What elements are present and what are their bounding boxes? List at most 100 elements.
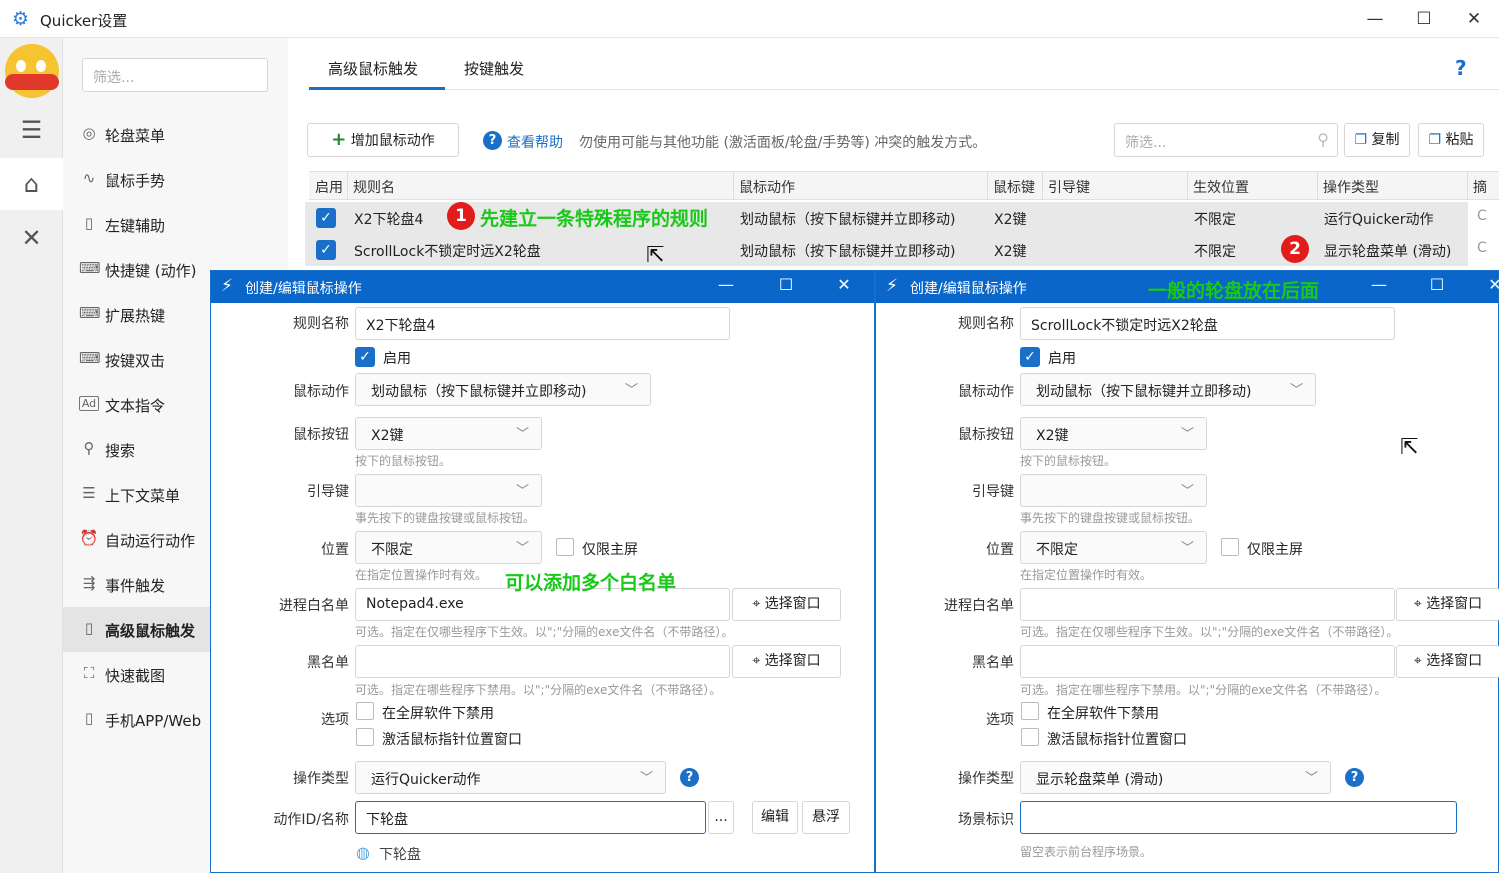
fullscreen-disable-checkbox[interactable] xyxy=(1021,702,1039,720)
action-id-input[interactable]: 下轮盘 xyxy=(355,801,706,834)
shapes-icon[interactable]: ⌂ xyxy=(0,158,63,210)
col-guide-key[interactable]: 引导键 xyxy=(1048,177,1090,197)
col-summary[interactable]: 摘 xyxy=(1473,177,1487,197)
avatar-icon[interactable] xyxy=(5,44,59,98)
op-type-help-icon[interactable]: ? xyxy=(680,768,699,787)
guide-key-label: 引导键 xyxy=(972,484,1014,500)
whitelist-select-window-button[interactable]: ⌖ 选择窗口 xyxy=(732,588,841,621)
mouse-action-label: 鼠标动作 xyxy=(293,384,349,400)
tab-advanced-mouse[interactable]: 高级鼠标触发 xyxy=(328,58,418,79)
activate-window-checkbox[interactable] xyxy=(1021,728,1039,746)
close-button[interactable]: ✕ xyxy=(1452,6,1496,32)
nav-item-left-click[interactable]: ▯ 左键辅助 xyxy=(63,202,288,247)
maximize-button[interactable]: ☐ xyxy=(771,275,801,294)
main-screen-checkbox[interactable] xyxy=(1221,538,1239,556)
paste-icon: ❐ xyxy=(1428,132,1442,148)
mouse-button-label: 鼠标按钮 xyxy=(958,427,1014,443)
close-button[interactable]: ✕ xyxy=(829,275,859,294)
action-float-button[interactable]: 悬浮 xyxy=(802,801,850,834)
row-button: X2键 xyxy=(994,212,1027,228)
blacklist-input[interactable] xyxy=(1020,645,1395,678)
row-name: X2下轮盘4 xyxy=(354,212,424,228)
sliders-icon[interactable]: ☰ xyxy=(0,104,63,156)
help-icon[interactable]: ? xyxy=(1455,56,1467,80)
paste-button[interactable]: ❐ 粘贴 xyxy=(1418,123,1484,157)
window-title: Quicker设置 xyxy=(40,12,128,30)
scene-label: 场景标识 xyxy=(958,812,1014,828)
help-circle-icon[interactable]: ? xyxy=(483,131,502,150)
row-summary: C xyxy=(1477,208,1487,224)
activate-window-checkbox[interactable] xyxy=(356,728,374,746)
blacklist-select-window-button[interactable]: ⌖ 选择窗口 xyxy=(732,645,841,678)
nav-item-gesture[interactable]: ∿ 鼠标手势 xyxy=(63,157,288,202)
enabled-label: 启用 xyxy=(383,351,411,367)
col-mouse-action[interactable]: 鼠标动作 xyxy=(739,177,795,197)
minimize-button[interactable]: — xyxy=(1353,6,1397,32)
copy-button[interactable]: ❐ 复制 xyxy=(1344,123,1410,157)
chevron-down-icon: ﹀ xyxy=(515,427,529,442)
fullscreen-disable-checkbox[interactable] xyxy=(356,702,374,720)
select-window-label: 选择窗口 xyxy=(764,653,821,669)
mouse-button-select[interactable]: X2键 ﹀ xyxy=(355,417,542,450)
mouse-button-label: 鼠标按钮 xyxy=(293,427,349,443)
annotation-badge-2: 2 xyxy=(1281,235,1309,263)
action-edit-button[interactable]: 编辑 xyxy=(752,801,798,834)
row-enabled-checkbox[interactable]: ✓ xyxy=(316,208,336,228)
action-browse-button[interactable]: ... xyxy=(708,801,734,834)
whitelist-input[interactable] xyxy=(1020,588,1395,621)
action-preview-label: 下轮盘 xyxy=(379,847,421,863)
op-type-label: 操作类型 xyxy=(293,771,349,787)
crosshair-icon: ⌖ xyxy=(752,596,761,612)
tab-key-trigger[interactable]: 按键触发 xyxy=(464,58,524,79)
op-type-select[interactable]: 显示轮盘菜单 (滑动) ﹀ xyxy=(1020,761,1331,794)
plus-icon: + xyxy=(331,129,347,150)
op-type-select[interactable]: 运行Quicker动作 ﹀ xyxy=(355,761,666,794)
enabled-checkbox[interactable]: ✓ xyxy=(355,347,375,367)
row-op: 运行Quicker动作 xyxy=(1324,212,1434,228)
maximize-button[interactable]: ☐ xyxy=(1402,6,1446,32)
close-button[interactable]: ✕ xyxy=(1480,275,1499,294)
icon-rail: ☰ ⌂ ✕ xyxy=(0,38,63,873)
main-screen-checkbox[interactable] xyxy=(556,538,574,556)
mouse-action-select[interactable]: 划动鼠标（按下鼠标键并立即移动) ﹀ xyxy=(355,373,651,406)
nav-filter-input[interactable]: 筛选... xyxy=(82,58,268,92)
guide-key-select[interactable]: ﹀ xyxy=(1020,474,1207,507)
row-enabled-checkbox[interactable]: ✓ xyxy=(316,240,336,260)
tools-icon[interactable]: ✕ xyxy=(0,212,63,264)
blacklist-input[interactable] xyxy=(355,645,730,678)
scene-input[interactable] xyxy=(1020,801,1457,834)
position-value: 不限定 xyxy=(1036,542,1078,558)
fullscreen-disable-label: 在全屏软件下禁用 xyxy=(382,706,494,722)
guide-key-select[interactable]: ﹀ xyxy=(355,474,542,507)
crosshair-icon: ⌖ xyxy=(1413,653,1422,669)
position-select[interactable]: 不限定 ﹀ xyxy=(355,531,542,564)
add-mouse-action-button[interactable]: + 增加鼠标动作 xyxy=(307,123,459,157)
rule-name-input[interactable]: X2下轮盘4 xyxy=(355,307,730,340)
mouse-button-hint: 按下的鼠标按钮。 xyxy=(1020,454,1117,468)
col-rule-name[interactable]: 规则名 xyxy=(353,177,395,197)
op-type-help-icon[interactable]: ? xyxy=(1345,768,1364,787)
col-position[interactable]: 生效位置 xyxy=(1193,177,1249,197)
rule-name-input[interactable]: ScrollLock不锁定时远X2轮盘 xyxy=(1020,307,1395,340)
blacklist-select-window-button[interactable]: ⌖ 选择窗口 xyxy=(1396,645,1499,678)
enabled-checkbox[interactable]: ✓ xyxy=(1020,347,1040,367)
nav-item-wheel-menu[interactable]: ◎ 轮盘菜单 xyxy=(63,112,288,157)
mouse-action-select[interactable]: 划动鼠标（按下鼠标键并立即移动) ﹀ xyxy=(1020,373,1316,406)
col-enabled[interactable]: 启用 xyxy=(315,177,343,197)
nav-item-label: 文本指令 xyxy=(105,397,166,415)
guide-key-hint: 事先按下的键盘按键或鼠标按钮。 xyxy=(355,511,536,525)
whitelist-select-window-button[interactable]: ⌖ 选择窗口 xyxy=(1396,588,1499,621)
select-window-label: 选择窗口 xyxy=(1426,653,1483,669)
crosshair-icon: ⌖ xyxy=(1413,596,1422,612)
col-mouse-button[interactable]: 鼠标键 xyxy=(993,177,1035,197)
mouse-button-select[interactable]: X2键 ﹀ xyxy=(1020,417,1207,450)
grid-filter-input[interactable]: 筛选... ⚲ xyxy=(1114,123,1338,157)
keyboard-icon: ⌨ xyxy=(79,304,101,322)
col-op-type[interactable]: 操作类型 xyxy=(1323,177,1379,197)
minimize-button[interactable]: — xyxy=(711,275,741,294)
minimize-button[interactable]: — xyxy=(1364,275,1394,294)
wheel-icon: ◎ xyxy=(82,124,96,142)
maximize-button[interactable]: ☐ xyxy=(1422,275,1452,294)
help-link[interactable]: 查看帮助 xyxy=(507,132,563,152)
position-select[interactable]: 不限定 ﹀ xyxy=(1020,531,1207,564)
